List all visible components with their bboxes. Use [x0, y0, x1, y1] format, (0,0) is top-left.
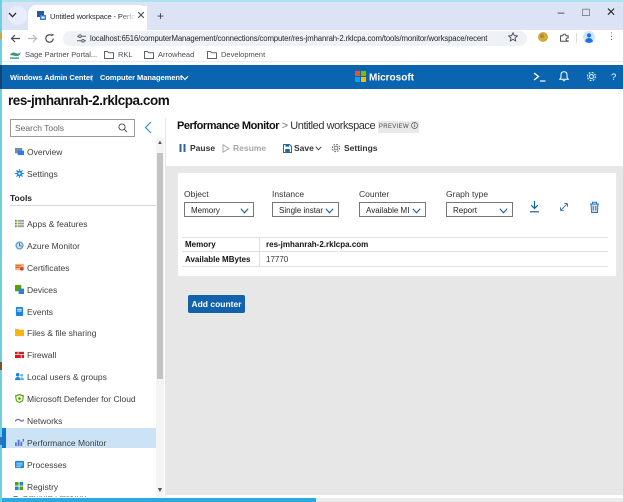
- svg-text:Microsoft: Microsoft: [369, 72, 415, 83]
